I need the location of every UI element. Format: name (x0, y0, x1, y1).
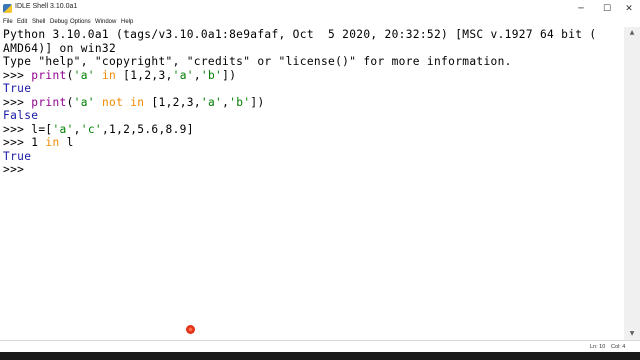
window-title: IDLE Shell 3.10.0a1 (15, 3, 78, 10)
shell-prompt: >>> (3, 95, 32, 109)
command-line-1: >>> print('a' in [1,2,3,'a','b']) (3, 69, 236, 83)
status-column-number: Col: 4 (611, 344, 626, 350)
idle-shell-window: IDLE Shell 3.10.0a1 ─ ☐ ✕ File Edit Shel… (0, 0, 640, 352)
string-literal: 'b' (200, 68, 223, 82)
command-line-3: >>> l=['a','c',1,2,5.6,8.9] (3, 123, 194, 137)
code-text: [1,2,3, (151, 95, 201, 109)
python-icon (3, 4, 12, 13)
keyword-in: in (45, 136, 60, 149)
shell-text-area[interactable]: Python 3.10.0a1 (tags/v3.10.0a1:8e9afaf,… (0, 27, 624, 340)
string-literal: 'a' (52, 122, 74, 136)
close-button[interactable]: ✕ (616, 0, 640, 18)
code-text: l=[ (31, 122, 53, 136)
command-line-2: >>> print('a' not in [1,2,3,'a','b']) (3, 96, 265, 110)
string-literal: 'a' (200, 95, 223, 109)
shell-prompt: >>> (3, 122, 32, 136)
code-text: l (59, 136, 74, 149)
builtin-print: print (31, 68, 67, 82)
menu-debug[interactable]: Debug (50, 19, 68, 25)
mouse-cursor-indicator (186, 325, 195, 334)
keyword-in: in (101, 68, 117, 82)
menu-edit[interactable]: Edit (17, 19, 27, 25)
builtin-print: print (31, 95, 67, 109)
string-literal: 'a' (172, 68, 194, 82)
code-text: ]) (222, 68, 237, 82)
string-literal: 'a' (73, 95, 95, 109)
menu-file[interactable]: File (3, 19, 13, 25)
code-text: ,1,2,5.6,8.9] (101, 122, 194, 136)
title-bar: IDLE Shell 3.10.0a1 ─ ☐ ✕ (0, 0, 640, 18)
scroll-up-icon[interactable]: ▲ (624, 27, 640, 39)
menu-window[interactable]: Window (95, 19, 116, 25)
status-bar: Ln: 10 Col: 4 (0, 340, 640, 352)
output-line-2: False (3, 109, 39, 122)
menu-options[interactable]: Options (70, 19, 91, 25)
menu-help[interactable]: Help (121, 19, 133, 25)
output-line-1: True (3, 82, 32, 95)
string-literal: 'c' (80, 122, 102, 136)
code-text: , (73, 122, 81, 136)
banner-line-2: AMD64)] on win32 (3, 41, 117, 55)
final-prompt[interactable]: >>> (3, 163, 24, 177)
code-text: ( (66, 95, 74, 109)
keyword-not: not (101, 95, 124, 109)
scroll-down-icon[interactable]: ▼ (624, 328, 640, 340)
info-line: Type "help", "copyright", "credits" or "… (3, 55, 512, 68)
string-literal: 'a' (73, 68, 95, 82)
command-line-4: >>> 1 in l (3, 136, 74, 150)
keyword-in: in (130, 95, 145, 109)
code-text: ]) (250, 95, 265, 109)
code-text: [1,2,3, (123, 68, 173, 82)
vertical-scrollbar[interactable]: ▲ ▼ (624, 27, 640, 340)
string-literal: 'b' (229, 95, 251, 109)
menu-bar: File Edit Shell Debug Options Window Hel… (0, 18, 640, 27)
shell-prompt: >>> (3, 68, 32, 82)
code-text: ( (66, 68, 74, 82)
code-text: 1 (31, 136, 46, 149)
banner-line-1: Python 3.10.0a1 (tags/v3.10.0a1:8e9afaf,… (3, 28, 597, 41)
output-line-3: True (3, 149, 32, 163)
shell-prompt: >>> (3, 136, 32, 149)
menu-shell[interactable]: Shell (32, 19, 45, 25)
minimize-button[interactable]: ─ (568, 0, 594, 18)
status-line-number: Ln: 10 (590, 344, 606, 350)
code-text: , (193, 68, 201, 82)
